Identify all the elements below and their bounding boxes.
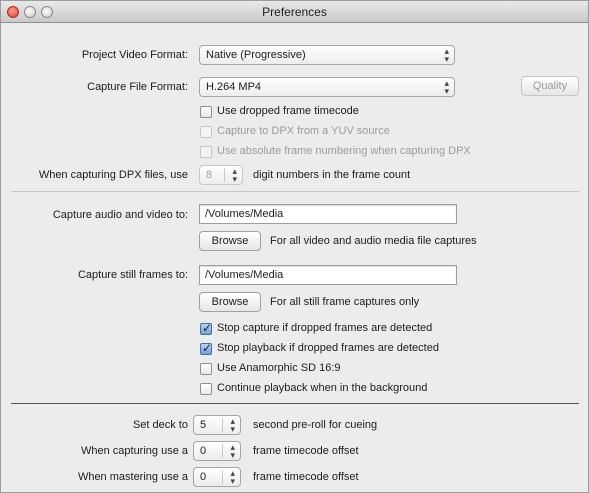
popup-arrows-icon: ▴ ▾ bbox=[232, 166, 237, 184]
popup-separator bbox=[222, 418, 223, 432]
stop-playback-dropped-frames-checkbox[interactable] bbox=[200, 341, 212, 355]
window-title: Preferences bbox=[262, 5, 327, 19]
preroll-suffix: second pre-roll for cueing bbox=[253, 419, 378, 431]
popup-arrows-icon: ▴ ▾ bbox=[230, 416, 235, 434]
title-bar: Preferences bbox=[1, 1, 588, 23]
continue-playback-background-checkbox[interactable] bbox=[200, 383, 212, 395]
dpx-digits-popup[interactable]: 8 ▴ ▾ bbox=[199, 165, 243, 185]
anamorphic-sd-label: Use Anamorphic SD 16:9 bbox=[217, 362, 341, 374]
capture-av-path-field[interactable]: /Volumes/Media bbox=[199, 204, 457, 224]
continue-playback-background-label: Continue playback when in the background bbox=[217, 382, 428, 394]
dpx-digits-value: 8 bbox=[206, 169, 213, 181]
capture-dpx-yuv-checkbox[interactable] bbox=[200, 126, 212, 138]
master-offset-label: When mastering use a bbox=[77, 471, 188, 483]
capture-file-format-value: H.264 MP4 bbox=[206, 81, 262, 93]
dropped-frame-timecode-label: Use dropped frame timecode bbox=[217, 105, 359, 117]
dropped-frame-timecode-checkbox[interactable] bbox=[200, 106, 212, 118]
popup-arrows-icon: ▴ ▾ bbox=[230, 442, 235, 460]
preroll-value: 5 bbox=[200, 419, 207, 431]
anamorphic-sd-checkbox[interactable] bbox=[200, 363, 212, 375]
capture-file-format-label: Capture File Format: bbox=[87, 81, 188, 93]
capture-offset-label: When capturing use a bbox=[80, 445, 188, 457]
master-offset-value: 0 bbox=[200, 471, 207, 483]
stop-playback-dropped-frames-label: Stop playback if dropped frames are dete… bbox=[217, 342, 439, 354]
section-divider bbox=[11, 403, 579, 404]
dpx-digits-suffix: digit numbers in the frame count bbox=[253, 169, 411, 181]
capture-file-format-popup[interactable]: H.264 MP4 ▴ ▾ bbox=[199, 77, 455, 97]
capture-av-description: For all video and audio media file captu… bbox=[270, 235, 477, 247]
project-video-format-value: Native (Progressive) bbox=[206, 49, 306, 61]
capture-still-label: Capture still frames to: bbox=[77, 269, 188, 281]
stop-capture-dropped-frames-label: Stop capture if dropped frames are detec… bbox=[217, 322, 433, 334]
preroll-label: Set deck to bbox=[132, 419, 188, 431]
capture-still-description: For all still frame captures only bbox=[270, 296, 420, 308]
capture-still-path-field[interactable]: /Volumes/Media bbox=[199, 265, 457, 285]
stop-capture-dropped-frames-checkbox[interactable] bbox=[200, 321, 212, 335]
popup-separator bbox=[222, 444, 223, 458]
capture-offset-suffix: frame timecode offset bbox=[253, 445, 359, 457]
project-video-format-popup[interactable]: Native (Progressive) ▴ ▾ bbox=[199, 45, 455, 65]
popup-arrows-icon: ▴ ▾ bbox=[444, 78, 449, 96]
section-divider bbox=[11, 191, 579, 192]
preroll-popup[interactable]: 5 ▴ ▾ bbox=[193, 415, 241, 435]
capture-av-browse-button[interactable]: Browse bbox=[199, 231, 261, 251]
quality-button[interactable]: Quality bbox=[521, 76, 579, 96]
absolute-frame-numbering-checkbox[interactable] bbox=[200, 146, 212, 158]
capture-offset-popup[interactable]: 0 ▴ ▾ bbox=[193, 441, 241, 461]
capture-still-browse-button[interactable]: Browse bbox=[199, 292, 261, 312]
dpx-digits-label: When capturing DPX files, use bbox=[38, 169, 188, 181]
popup-separator bbox=[224, 168, 225, 182]
absolute-frame-numbering-label: Use absolute frame numbering when captur… bbox=[217, 145, 471, 157]
master-offset-suffix: frame timecode offset bbox=[253, 471, 359, 483]
capture-av-label: Capture audio and video to: bbox=[52, 209, 188, 221]
master-offset-popup[interactable]: 0 ▴ ▾ bbox=[193, 467, 241, 487]
popup-arrows-icon: ▴ ▾ bbox=[444, 46, 449, 64]
preferences-window: Preferences Project Video Format: Native… bbox=[0, 0, 589, 493]
capture-dpx-yuv-label: Capture to DPX from a YUV source bbox=[217, 125, 390, 137]
popup-arrows-icon: ▴ ▾ bbox=[230, 468, 235, 486]
popup-separator bbox=[222, 470, 223, 484]
capture-offset-value: 0 bbox=[200, 445, 207, 457]
project-video-format-label: Project Video Format: bbox=[81, 49, 188, 61]
